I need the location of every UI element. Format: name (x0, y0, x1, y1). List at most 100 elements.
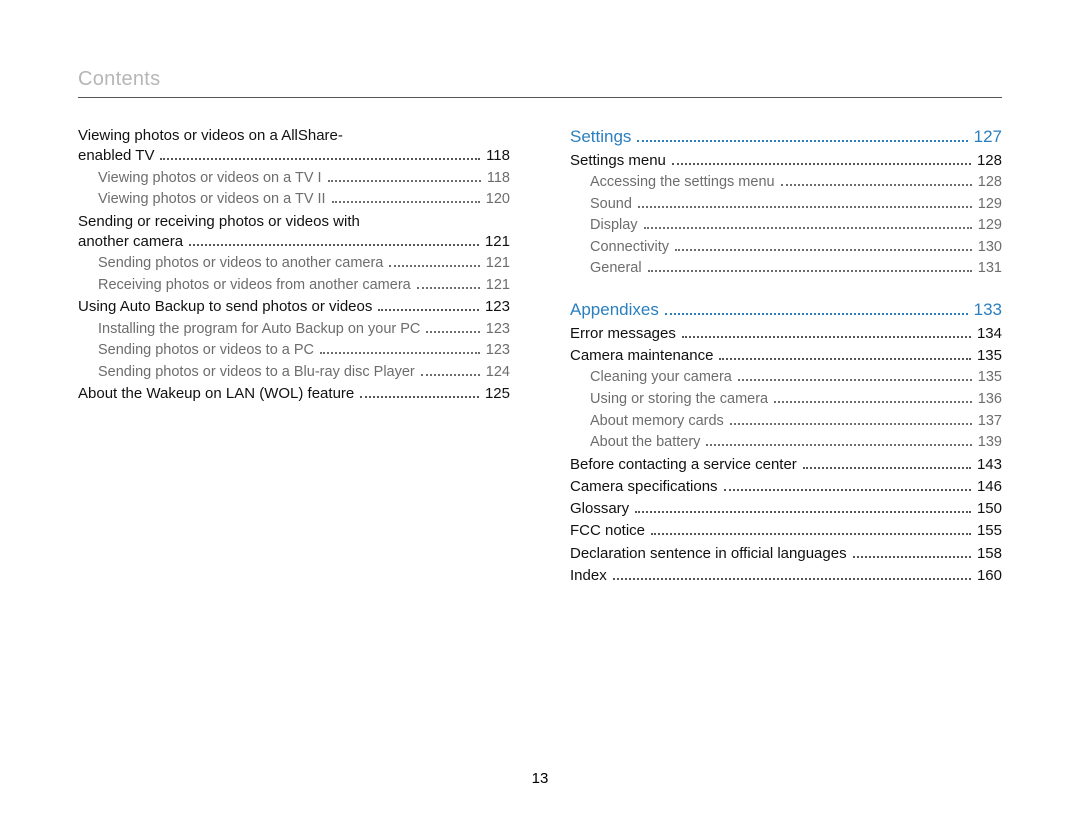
toc-entry-page: 131 (978, 259, 1002, 279)
toc-entry-label: Viewing photos or videos on a TV I (98, 169, 322, 189)
toc-entry[interactable]: another camera 121 (78, 232, 510, 252)
toc-entry-page: 121 (485, 232, 510, 252)
toc-entry-label: Index (570, 566, 607, 586)
toc-entry-label: Sending photos or videos to another came… (98, 254, 383, 274)
toc-entry-page: 127 (974, 126, 1002, 149)
toc-entry[interactable]: Viewing photos or videos on a TV II120 (78, 190, 510, 210)
toc-entry[interactable]: Using or storing the camera136 (570, 390, 1002, 410)
toc-entry[interactable]: Sending photos or videos to a PC 123 (78, 341, 510, 361)
page-container: Contents Viewing photos or videos on a A… (0, 0, 1080, 815)
toc-entry-label: Appendixes (570, 299, 659, 322)
toc-entry-label: Declaration sentence in official languag… (570, 544, 847, 564)
toc-dot-leader (637, 131, 967, 142)
toc-dot-leader (426, 321, 479, 332)
toc-entry[interactable]: enabled TV118 (78, 146, 510, 166)
toc-entry-label: enabled TV (78, 146, 154, 166)
toc-entry[interactable]: About memory cards 137 (570, 412, 1002, 432)
toc-entry-page: 123 (486, 341, 510, 361)
toc-entry-label: About the Wakeup on LAN (WOL) feature (78, 384, 354, 404)
toc-entry-page: 118 (487, 169, 510, 189)
toc-dot-leader (613, 569, 971, 580)
toc-entry[interactable]: Index 160 (570, 566, 1002, 586)
toc-entry-page: 139 (978, 433, 1002, 453)
toc-entry[interactable]: Settings menu128 (570, 151, 1002, 171)
toc-entry[interactable]: Installing the program for Auto Backup o… (78, 320, 510, 340)
toc-entry-label: Cleaning your camera (590, 368, 732, 388)
toc-entry-page: 129 (978, 216, 1002, 236)
toc-dot-leader (160, 149, 480, 160)
toc-entry-label: Receiving photos or videos from another … (98, 276, 411, 296)
toc-entry-label: Error messages (570, 324, 676, 344)
toc-dot-leader (389, 256, 479, 267)
toc-entry[interactable]: Glossary 150 (570, 499, 1002, 519)
toc-dot-leader (189, 235, 479, 246)
toc-entry-page: 158 (977, 544, 1002, 564)
toc-entry-page: 160 (977, 566, 1002, 586)
toc-entry-page: 133 (974, 299, 1002, 322)
toc-entry-label: Settings (570, 126, 631, 149)
toc-entry-page: 155 (977, 521, 1002, 541)
toc-entry[interactable]: Settings 127 (570, 126, 1002, 149)
toc-entry-page: 129 (978, 195, 1002, 215)
toc-entry-page: 135 (978, 368, 1002, 388)
toc-entry-label: Sending photos or videos to a PC (98, 341, 314, 361)
toc-entry[interactable]: Sending photos or videos to another came… (78, 254, 510, 274)
toc-columns: Viewing photos or videos on a AllShare-e… (78, 126, 1002, 588)
toc-entry-label: Sending photos or videos to a Blu-ray di… (98, 363, 415, 383)
toc-entry[interactable]: General131 (570, 259, 1002, 279)
toc-entry[interactable]: Connectivity 130 (570, 238, 1002, 258)
toc-entry-label: Sound (590, 195, 632, 215)
toc-dot-leader (648, 261, 972, 272)
toc-entry-label: Glossary (570, 499, 629, 519)
toc-dot-leader (803, 458, 971, 469)
toc-dot-leader (730, 413, 972, 424)
toc-entry[interactable]: Camera specifications 146 (570, 477, 1002, 497)
toc-entry-label: About the battery (590, 433, 700, 453)
toc-entry[interactable]: Error messages134 (570, 324, 1002, 344)
toc-entry[interactable]: Cleaning your camera 135 (570, 368, 1002, 388)
toc-entry[interactable]: Display129 (570, 216, 1002, 236)
toc-entry-page: 128 (977, 151, 1002, 171)
toc-entry-label: About memory cards (590, 412, 724, 432)
toc-entry-page: 150 (977, 499, 1002, 519)
toc-entry[interactable]: Before contacting a service center143 (570, 455, 1002, 475)
toc-entry[interactable]: FCC notice 155 (570, 521, 1002, 541)
toc-entry-label: Connectivity (590, 238, 669, 258)
toc-dot-leader (682, 327, 971, 338)
toc-right-column: Settings 127Settings menu128Accessing the… (570, 126, 1002, 588)
toc-entry[interactable]: Using Auto Backup to send photos or vide… (78, 297, 510, 317)
toc-entry[interactable]: Sound 129 (570, 195, 1002, 215)
toc-entry[interactable]: Accessing the settings menu128 (570, 173, 1002, 193)
toc-dot-leader (651, 524, 971, 535)
toc-dot-leader (328, 170, 481, 181)
toc-entry[interactable]: Sending photos or videos to a Blu-ray di… (78, 363, 510, 383)
toc-dot-leader (417, 278, 480, 289)
toc-dot-leader (665, 304, 968, 315)
toc-entry-page: 135 (977, 346, 1002, 366)
toc-entry[interactable]: Camera maintenance135 (570, 346, 1002, 366)
toc-entry-label: another camera (78, 232, 183, 252)
toc-entry[interactable]: Appendixes 133 (570, 299, 1002, 322)
toc-entry-label: FCC notice (570, 521, 645, 541)
toc-entry-page: 123 (485, 297, 510, 317)
toc-entry-page: 130 (978, 238, 1002, 258)
page-header: Contents (78, 68, 1002, 98)
toc-entry[interactable]: Receiving photos or videos from another … (78, 276, 510, 296)
toc-entry[interactable]: Declaration sentence in official languag… (570, 544, 1002, 564)
toc-dot-leader (635, 502, 971, 513)
toc-entry[interactable]: About the Wakeup on LAN (WOL) feature125 (78, 384, 510, 404)
toc-dot-leader (774, 392, 972, 403)
page-title: Contents (78, 68, 1002, 91)
toc-entry[interactable]: About the battery 139 (570, 433, 1002, 453)
toc-entry-page: 137 (978, 412, 1002, 432)
toc-dot-leader (638, 197, 972, 208)
toc-dot-leader (853, 547, 971, 558)
toc-entry-label: Installing the program for Auto Backup o… (98, 320, 420, 340)
toc-dot-leader (724, 480, 971, 491)
toc-entry-page: 136 (978, 390, 1002, 410)
toc-entry[interactable]: Viewing photos or videos on a TV I 118 (78, 169, 510, 189)
toc-entry-page: 146 (977, 477, 1002, 497)
toc-entry-page: 120 (486, 190, 510, 210)
toc-entry-label: Camera specifications (570, 477, 718, 497)
toc-dot-leader (706, 435, 971, 446)
